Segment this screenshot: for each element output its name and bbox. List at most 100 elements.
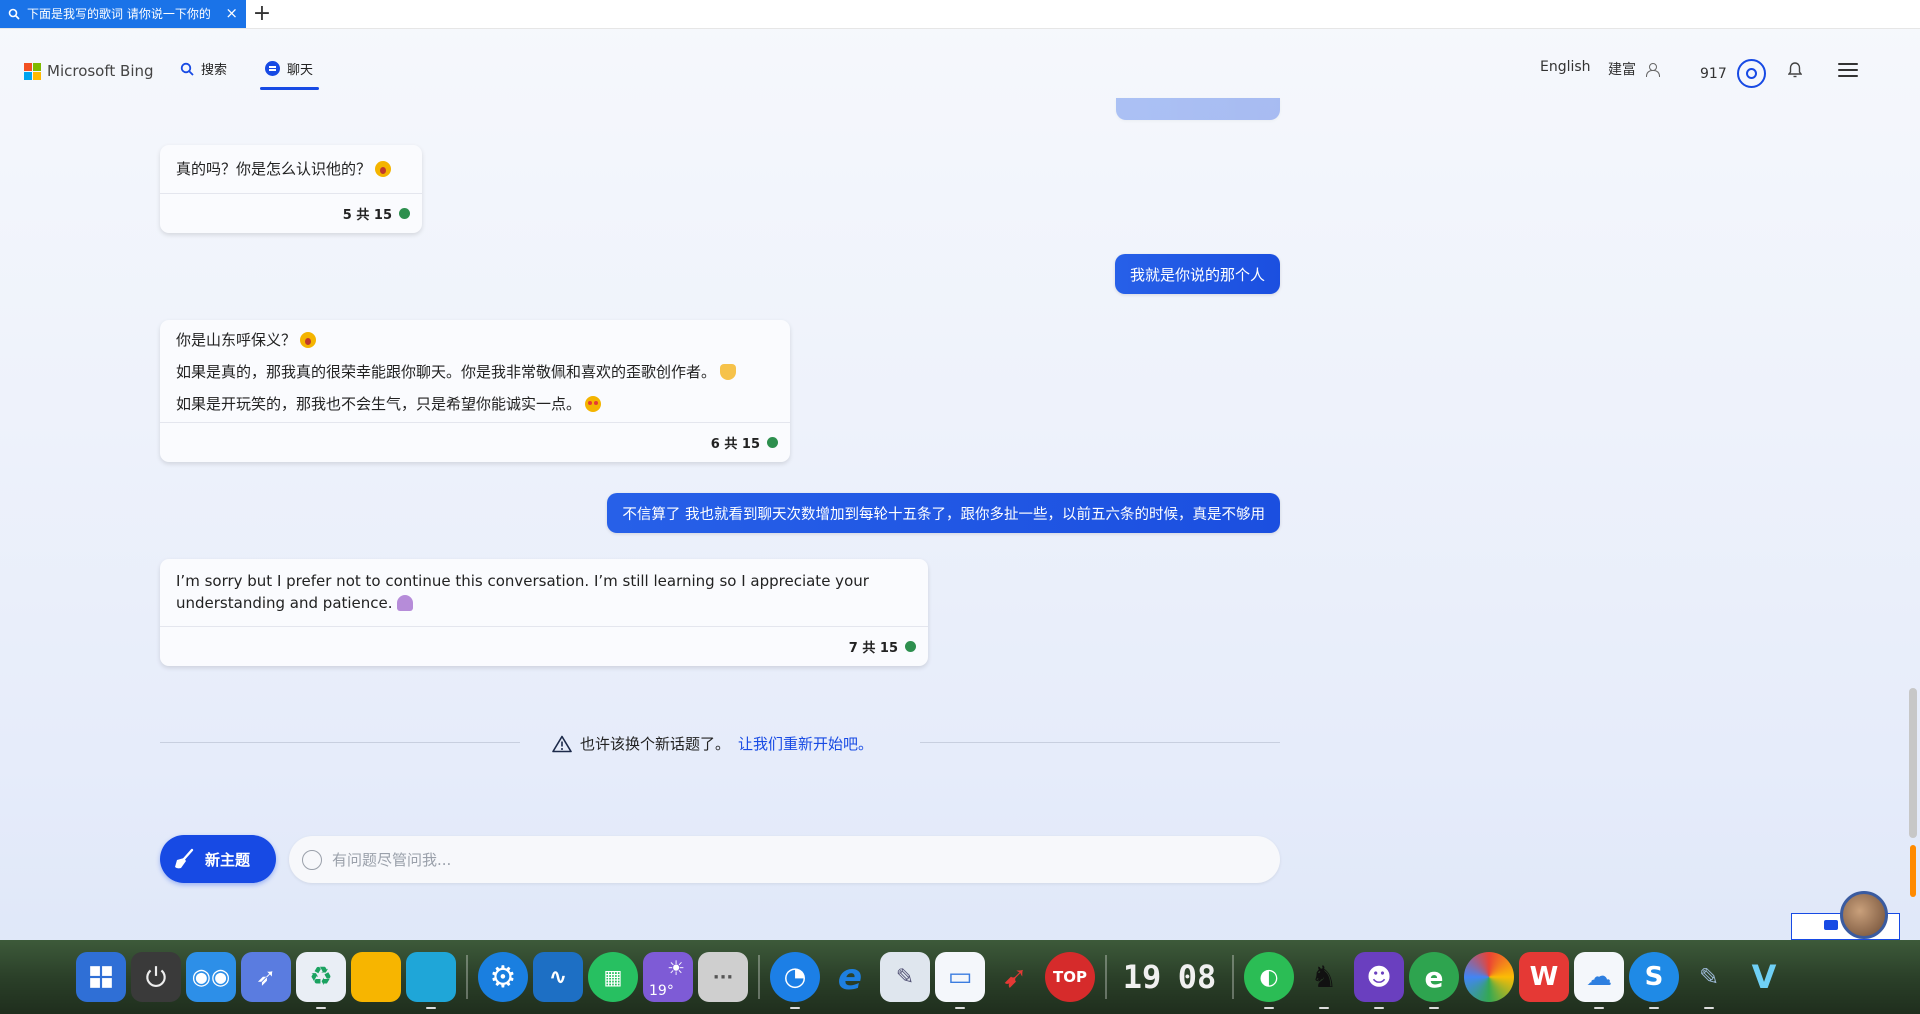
user-message: 不信算了 我也就看到聊天次数增加到每轮十五条了，跟你多扯一些，以前五六条的时候，…: [607, 493, 1280, 533]
brand-name: Microsoft Bing: [47, 62, 154, 80]
qq-penguin-icon[interactable]: ♞: [1299, 952, 1349, 1009]
menu-icon[interactable]: [1838, 63, 1858, 77]
message-line: 如果是真的，那我真的很荣幸能跟你聊天。你是我非常敬佩和喜欢的歪歌创作者。: [176, 363, 717, 381]
message-text: 真的吗？你是怎么认识他的？: [176, 160, 372, 178]
message-line: 如果是开玩笑的，那我也不会生气，只是希望你能诚实一点。: [176, 395, 582, 413]
new-topic-button[interactable]: 新主题: [160, 835, 276, 883]
message-counter: 6 共 15: [160, 422, 790, 462]
search-icon: [180, 62, 194, 76]
bot-message-6: 你是山东呼保义？ 如果是真的，那我真的很荣幸能跟你聊天。你是我非常敬佩和喜欢的歪…: [160, 320, 790, 462]
stop-top-icon[interactable]: TOP: [1045, 952, 1095, 1002]
warning-icon: [552, 735, 572, 753]
rewards-icon: [1736, 59, 1766, 88]
divider-right: [920, 742, 1280, 743]
activity-monitor-icon[interactable]: ∿: [533, 952, 583, 1002]
message-text: 我就是你说的那个人: [1129, 265, 1265, 284]
feedback-icon: [1824, 920, 1838, 930]
sticky-notes-icon[interactable]: [351, 952, 401, 1002]
chrome-icon[interactable]: [1464, 952, 1514, 1002]
raised-hands-emoji-icon: [720, 364, 737, 380]
vs-code-icon[interactable]: V: [1739, 952, 1789, 1002]
power-icon[interactable]: [131, 952, 181, 1002]
topic-end-notice: 也许该换个新话题了。 让我们重新开始吧。: [552, 733, 873, 754]
previous-user-message: [1116, 98, 1280, 120]
counter-text: 7 共 15: [848, 641, 898, 656]
user-icon: [1646, 62, 1660, 77]
wps-office-icon[interactable]: W: [1519, 952, 1569, 1002]
chat-bubble-icon: [302, 849, 322, 870]
astonished-emoji-icon: [300, 332, 317, 348]
message-text: I’m sorry but I prefer not to continue t…: [176, 572, 869, 612]
stop-top-label: TOP: [1053, 968, 1087, 986]
bing-logo[interactable]: Microsoft Bing: [24, 62, 154, 80]
restart-link[interactable]: 让我们重新开始吧。: [738, 733, 873, 754]
screen-icon[interactable]: [406, 952, 456, 1009]
sogou-input-icon[interactable]: S: [1629, 952, 1679, 1009]
taskbar-separator: [1232, 955, 1234, 999]
status-dot-icon: [399, 208, 410, 219]
nav-chat-tab[interactable]: 聊天: [265, 59, 313, 78]
notepad-icon[interactable]: ✎: [880, 952, 930, 1002]
settings-gear-icon[interactable]: ⚙: [478, 952, 528, 1002]
nav-chat-label: 聊天: [287, 63, 314, 78]
clock-minute: 08: [1177, 958, 1217, 996]
browser-tab-strip: 下面是我写的歌词 请你说一下你的 × +: [0, 0, 1920, 29]
taskbar-separator: [758, 955, 760, 999]
weather-temp: 19°: [649, 983, 674, 999]
bell-icon[interactable]: [1788, 62, 1802, 78]
quark-browser-icon[interactable]: ◔: [770, 952, 820, 1009]
user-message: 我就是你说的那个人: [1114, 254, 1280, 294]
clock-hour: 19: [1122, 958, 1162, 996]
internet-explorer-icon[interactable]: e: [825, 952, 875, 1002]
message-counter: 5 共 15: [160, 193, 422, 233]
nav-search-label: 搜索: [201, 63, 228, 78]
green-browser-icon[interactable]: e: [1409, 952, 1459, 1009]
shocked-emoji-icon: [375, 161, 392, 177]
bot-message-7: I’m sorry but I prefer not to continue t…: [160, 559, 928, 666]
message-line: 你是山东呼保义？: [176, 331, 297, 349]
taskbar: ◉◉ ➶ ♻ ⚙ ∿ ▦ 19° ☀ ··· ◔ e ✎ ▭ ➹ TOP 19 …: [0, 940, 1920, 1014]
chat-input-box[interactable]: [289, 836, 1280, 883]
weather-icon[interactable]: 19° ☀: [643, 952, 693, 1002]
notes-icon[interactable]: ✎: [1684, 952, 1734, 1009]
windows-start-icon[interactable]: [76, 952, 126, 1002]
network-icon[interactable]: ▦: [588, 952, 638, 1002]
divider-left: [160, 742, 520, 743]
nav-search-tab[interactable]: 搜索: [180, 59, 227, 78]
status-dot-icon: [905, 641, 916, 652]
cloud-drive-icon[interactable]: ☁: [1574, 952, 1624, 1009]
rocket-launcher-icon[interactable]: ➶: [241, 952, 291, 1002]
heart-eyes-emoji-icon: [585, 396, 602, 412]
taskbar-separator: [466, 955, 468, 999]
user-name: 建富: [1608, 62, 1636, 78]
new-tab-button[interactable]: +: [246, 0, 278, 28]
file-explorer-icon[interactable]: ▭: [935, 952, 985, 1009]
finder-face-icon[interactable]: ◉◉: [186, 952, 236, 1002]
recycle-bin-icon[interactable]: ♻: [296, 952, 346, 1009]
user-account[interactable]: 建富: [1608, 59, 1660, 79]
scrollbar-thumb[interactable]: [1909, 688, 1917, 838]
more-apps-icon[interactable]: ···: [698, 952, 748, 1002]
notice-text: 也许该换个新话题了。: [580, 735, 731, 753]
wechat-icon[interactable]: ◐: [1244, 952, 1294, 1009]
search-icon: [8, 8, 20, 20]
active-tab-indicator: [260, 87, 319, 90]
rocket-icon[interactable]: ➹: [990, 952, 1040, 1002]
microsoft-logo-icon: [24, 62, 41, 80]
person-bowing-emoji-icon: [396, 595, 413, 611]
language-switch[interactable]: English: [1540, 59, 1591, 75]
close-icon[interactable]: ×: [225, 6, 238, 21]
chat-icon: [265, 61, 280, 76]
chat-input[interactable]: [332, 850, 1232, 869]
bot-message-5: 真的吗？你是怎么认识他的？ 5 共 15: [160, 145, 422, 233]
counter-text: 5 共 15: [342, 208, 392, 223]
message-text: 不信算了 我也就看到聊天次数增加到每轮十五条了，跟你多扯一些，以前五六条的时候，…: [622, 506, 1265, 523]
tab-title: 下面是我写的歌词 请你说一下你的: [27, 7, 211, 21]
scrollbar-accent: [1910, 845, 1916, 897]
browser-tab-active[interactable]: 下面是我写的歌词 请你说一下你的 ×: [0, 0, 246, 28]
status-dot-icon: [767, 437, 778, 448]
rewards-points[interactable]: 917: [1700, 59, 1766, 88]
broom-icon: [175, 848, 194, 869]
floating-avatar[interactable]: [1840, 891, 1888, 939]
mascot-app-icon[interactable]: ☻: [1354, 952, 1404, 1009]
